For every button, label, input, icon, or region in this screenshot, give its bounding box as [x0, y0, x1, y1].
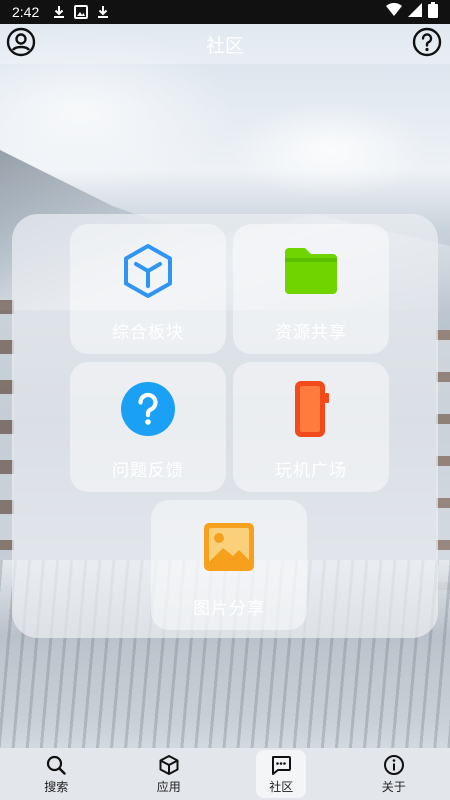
nav-label: 应用: [156, 779, 181, 794]
nav-label: 关于: [381, 779, 406, 794]
status-bar: 2:42: [0, 0, 450, 24]
cube-icon: [119, 242, 177, 300]
nav-label: 搜索: [44, 779, 69, 794]
tile-label: 问题反馈: [112, 461, 184, 481]
tile-image-sharing[interactable]: 图片分享: [151, 500, 307, 630]
app-bar: 社区: [0, 24, 450, 64]
info-icon: [383, 754, 405, 776]
tile-label: 图片分享: [193, 599, 265, 619]
folder-icon: [282, 242, 340, 300]
download-icon: [95, 4, 111, 20]
status-time: 2:42: [12, 4, 40, 20]
phone-icon: [282, 380, 340, 438]
tile-label: 资源共享: [275, 323, 347, 343]
account-button[interactable]: [6, 27, 36, 61]
battery-icon: [428, 2, 438, 22]
download-icon: [51, 4, 67, 20]
account-circle-icon: [6, 27, 36, 61]
tile-phone-plaza[interactable]: 玩机广场: [233, 362, 389, 492]
box-icon: [158, 754, 180, 776]
scenery-right: [436, 330, 450, 590]
chat-icon: [270, 754, 292, 776]
help-circle-icon: [412, 27, 442, 61]
tile-general-board[interactable]: 综合板块: [70, 224, 226, 354]
image-icon: [73, 4, 89, 20]
nav-item-community[interactable]: 社区: [225, 748, 338, 800]
help-button[interactable]: [412, 27, 442, 61]
nav-item-about[interactable]: 关于: [338, 748, 450, 800]
page-title: 社区: [205, 34, 244, 57]
question-icon: [119, 380, 177, 438]
bottom-navigation: 搜索 应用 社区 关于: [0, 748, 450, 800]
wifi-icon: [386, 2, 402, 21]
nav-item-apps[interactable]: 应用: [113, 748, 226, 800]
nav-label: 社区: [269, 779, 294, 794]
image-icon: [200, 518, 258, 576]
tile-feedback[interactable]: 问题反馈: [70, 362, 226, 492]
search-icon: [45, 754, 67, 776]
tile-resource-sharing[interactable]: 资源共享: [233, 224, 389, 354]
nav-item-search[interactable]: 搜索: [0, 748, 113, 800]
tile-label: 玩机广场: [275, 461, 347, 481]
community-panel: 综合板块 资源共享 问题反馈 玩机广场 图片分享: [12, 214, 438, 638]
signal-icon: [408, 3, 422, 21]
tile-label: 综合板块: [112, 323, 184, 343]
